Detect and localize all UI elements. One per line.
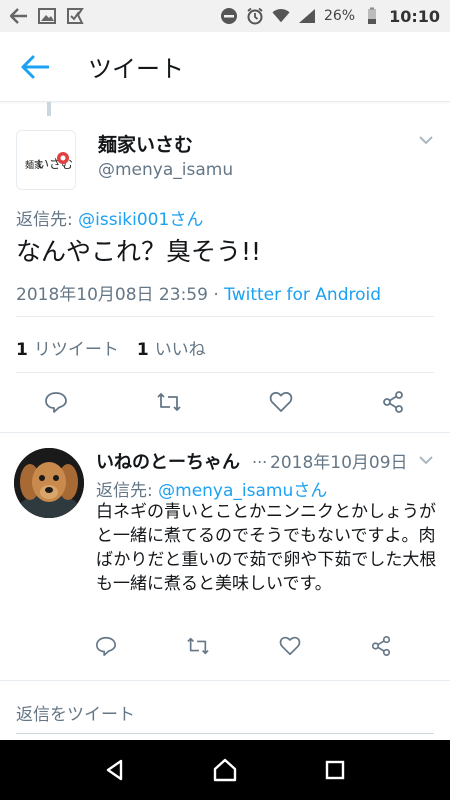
- thread-connector-line: [47, 102, 51, 116]
- share-button[interactable]: [365, 630, 397, 662]
- back-arrow-notification-icon: [10, 7, 28, 25]
- main-tweet: 麺家 いさむ 麺家いさむ @menya_isamu: [0, 120, 450, 200]
- reply-icon: [96, 636, 116, 656]
- triangle-back-icon: [106, 759, 123, 781]
- retweet-count: 1: [16, 340, 28, 360]
- reply-to-link[interactable]: @issiki001さん: [78, 210, 203, 230]
- retweet-icon: [187, 637, 209, 655]
- retweet-label: リツイート: [33, 340, 119, 360]
- like-button[interactable]: [265, 386, 297, 418]
- tweet-text: なんやこれ？臭そう!!: [16, 237, 262, 266]
- dog-avatar-image: [14, 448, 84, 518]
- like-label: いいね: [154, 340, 206, 360]
- name-truncation: ...: [252, 448, 268, 467]
- battery-icon: [363, 7, 381, 25]
- tweet-stats: 1 リツイート 1 いいね: [16, 335, 206, 360]
- like-count: 1: [136, 340, 149, 360]
- like-button[interactable]: [274, 630, 306, 662]
- system-nav-bar: [0, 740, 450, 800]
- clock: 10:10: [389, 6, 440, 26]
- reply-menu-button[interactable]: [416, 450, 436, 470]
- reply-prefix: 返信先:: [96, 481, 159, 501]
- app-bar: ツイート: [0, 32, 450, 102]
- share-icon: [383, 391, 403, 413]
- heart-icon: [279, 636, 301, 656]
- wifi-icon: [272, 7, 290, 25]
- back-arrow-icon: [21, 55, 49, 78]
- tweet-metadata: 2018年10月08日 23:59 · Twitter for Android: [16, 280, 381, 305]
- retweet-button[interactable]: [182, 630, 214, 662]
- divider: [0, 432, 450, 433]
- page-title: ツイート: [88, 55, 184, 83]
- author-handle[interactable]: @menya_isamu: [98, 160, 233, 180]
- reply-prefix: 返信先:: [16, 210, 79, 230]
- nav-back-button[interactable]: [95, 750, 135, 790]
- reply-author-name[interactable]: いねのとーちゃん: [96, 448, 240, 474]
- alarm-icon: [246, 7, 264, 25]
- share-button[interactable]: [377, 386, 409, 418]
- divider: [16, 316, 434, 317]
- reply-to-line: 返信先: @menya_isamuさん: [96, 476, 327, 501]
- home-icon: [213, 758, 237, 782]
- like-stat[interactable]: 1 いいね: [137, 335, 206, 360]
- tweet-source-link[interactable]: Twitter for Android: [224, 285, 381, 305]
- compose-underline: [16, 733, 434, 734]
- battery-percent: 26%: [323, 8, 356, 24]
- chevron-down-icon: [419, 456, 433, 465]
- retweet-button[interactable]: [153, 386, 185, 418]
- reply-button[interactable]: [40, 386, 72, 418]
- menya-isamu-logo: 麺家 いさむ: [25, 152, 73, 171]
- retweet-stat[interactable]: 1 リツイート: [16, 335, 119, 360]
- chevron-down-icon: [419, 136, 433, 145]
- nav-home-button[interactable]: [205, 750, 245, 790]
- reply-button[interactable]: [90, 630, 122, 662]
- image-notification-icon: [38, 7, 56, 25]
- retweet-icon: [157, 393, 181, 411]
- heart-icon: [269, 391, 293, 412]
- author-name[interactable]: 麺家いさむ: [98, 130, 193, 157]
- share-icon: [371, 636, 391, 656]
- divider: [16, 372, 434, 373]
- reply-icon: [45, 392, 67, 413]
- do-not-disturb-icon: [220, 7, 238, 25]
- avatar[interactable]: 麺家 いさむ: [16, 130, 76, 190]
- nav-recents-button[interactable]: [315, 750, 355, 790]
- status-bar: 26% 10:10: [0, 0, 450, 32]
- reply-text: 白ネギの青いとことかニンニクとかしょうがと一緒に煮てるのでそうでもないですよ。肉…: [96, 502, 437, 594]
- avatar[interactable]: [14, 448, 84, 518]
- back-button[interactable]: [0, 32, 70, 102]
- download-check-notification-icon: [66, 7, 84, 25]
- reply-to-line: 返信先: @issiki001さん: [16, 205, 203, 230]
- square-recents-icon: [325, 760, 345, 780]
- reply-compose-input[interactable]: 返信をツイート: [16, 700, 135, 725]
- reply-date: 2018年10月09日: [270, 453, 408, 473]
- signal-icon: [298, 7, 316, 25]
- reply-to-link[interactable]: @menya_isamuさん: [158, 481, 327, 501]
- tweet-timestamp: 2018年10月08日 23:59 ·: [16, 285, 225, 305]
- tweet-menu-button[interactable]: [416, 130, 436, 150]
- divider: [0, 680, 450, 681]
